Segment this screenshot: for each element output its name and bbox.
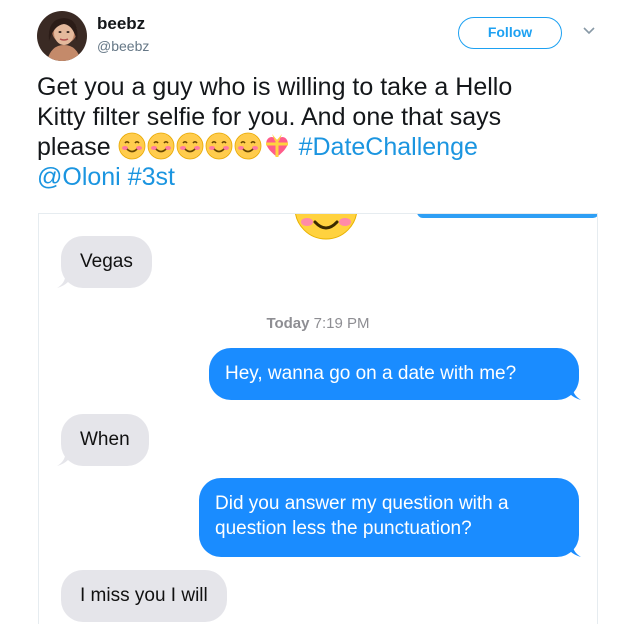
hashtag-datechallenge-link[interactable]: #DateChallenge [299,133,478,161]
tweet-text-line: please #DateChallenge [37,132,607,162]
follow-button[interactable]: Follow [458,17,562,49]
smiley-sticker-icon [295,214,357,242]
tweet-text: Get you a guy who is willing to take a H… [37,72,607,192]
smiling-face-emoji-icon [176,132,204,160]
avatar[interactable] [37,11,87,61]
user-handle[interactable]: @beebz [97,38,149,54]
bubble-tail-icon [565,541,581,557]
mention-oloni-link[interactable]: @Oloni [37,163,121,191]
tweet-text-line: Kitty filter selfie for you. And one tha… [37,103,502,131]
bubble-tail-icon [57,272,73,288]
tweet-media-image[interactable]: Vegas Today 7:19 PM Hey, wanna go on a d… [38,213,598,624]
smiling-face-emoji-icon [147,132,175,160]
incoming-message-bubble: I miss you I will [61,570,227,622]
hashtag-3st-link[interactable]: #3st [128,163,175,191]
smiling-face-emoji-icon [234,132,262,160]
bubble-tail-icon [57,450,73,466]
tweet-text-line: @Oloni #3st [37,162,607,192]
outgoing-message-bubble: Did you answer my question with a questi… [199,478,579,557]
heart-with-ribbon-emoji-icon [263,132,291,160]
smiling-face-emoji-icon [118,132,146,160]
tweet-text-line: Get you a guy who is willing to take a H… [37,73,513,101]
previous-message-bubble-edge [417,214,597,218]
bubble-tail-icon [565,384,581,400]
smiling-face-emoji-icon [205,132,233,160]
message-timestamp: Today 7:19 PM [39,315,597,332]
outgoing-message-bubble: Hey, wanna go on a date with me? [209,348,579,400]
display-name[interactable]: beebz [97,14,145,34]
timestamp-time: 7:19 PM [313,315,370,332]
chevron-down-icon[interactable] [582,24,596,38]
tweet-text-word: please [37,133,111,161]
timestamp-day: Today [266,315,310,332]
